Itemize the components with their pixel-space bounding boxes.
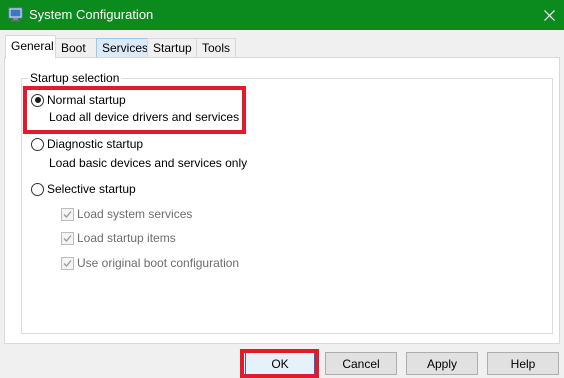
radio-button[interactable] [31,182,44,196]
tab-strip: General Boot Services Startup Tools [0,34,564,59]
use-original-boot-config-label: Use original boot configuration [77,256,240,270]
checkbox-checked-disabled[interactable] [61,256,74,270]
msconfig-icon [8,7,23,22]
tab-boot-label: Boot [61,41,86,55]
close-button[interactable] [534,0,564,30]
apply-button-label: Apply [426,356,458,371]
diagnostic-startup-label: Diagnostic startup [47,137,144,151]
selective-startup-label: Selective startup [47,182,136,196]
cancel-button-label: Cancel [342,356,380,371]
title-bar: System Configuration [0,0,564,30]
close-icon [543,9,555,21]
tab-services-label: Services [102,41,149,55]
tab-services[interactable]: Services [96,38,148,58]
startup-selection-legend: Startup selection [28,71,122,85]
tab-general[interactable]: General [5,35,56,59]
normal-startup-highlight [23,86,246,134]
tab-startup-label: Startup [153,41,192,55]
checkmark-icon [63,234,72,242]
tab-general-label: General [11,39,54,53]
load-system-services-label: Load system services [77,207,193,221]
checkmark-icon [63,210,72,218]
load-system-services-checkbox[interactable]: Load system services [61,206,192,222]
load-startup-items-label: Load startup items [77,231,176,245]
diagnostic-startup-radio[interactable]: Diagnostic startup [31,136,143,152]
tab-tools[interactable]: Tools [196,38,236,58]
cancel-button[interactable]: Cancel [325,352,397,375]
use-original-boot-config-checkbox[interactable]: Use original boot configuration [61,255,239,271]
help-button-label: Help [510,356,536,371]
window-title: System Configuration [29,7,154,22]
tab-boot[interactable]: Boot [55,38,97,58]
ok-button-highlight [240,349,319,378]
diagnostic-startup-description: Load basic devices and services only [49,156,248,170]
apply-button[interactable]: Apply [406,352,478,375]
tab-tools-label: Tools [202,41,231,55]
load-startup-items-checkbox[interactable]: Load startup items [61,230,176,246]
checkbox-checked-disabled[interactable] [61,207,74,221]
radio-button[interactable] [31,137,44,151]
checkbox-checked-disabled[interactable] [61,231,74,245]
help-button[interactable]: Help [487,352,559,375]
selective-startup-radio[interactable]: Selective startup [31,181,136,197]
checkmark-icon [63,259,72,267]
tab-startup[interactable]: Startup [147,38,197,58]
